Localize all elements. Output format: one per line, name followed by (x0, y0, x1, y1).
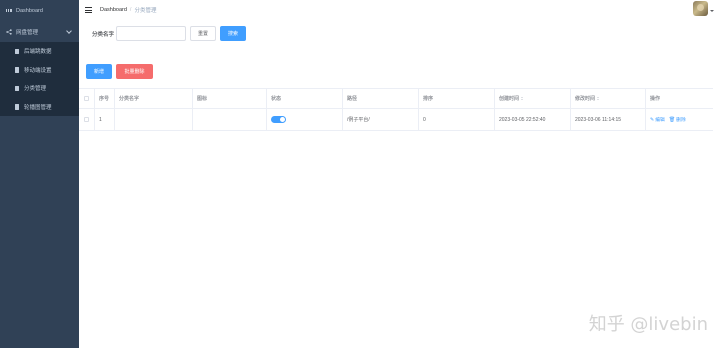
column-header-updated[interactable]: 修改时间 (571, 89, 646, 108)
column-header: 分类名字 (115, 89, 193, 108)
table-row: 1 /例子平台/ 0 2023-03-05 22:52:40 2023-03-0… (79, 109, 713, 131)
sort-icon[interactable] (521, 97, 524, 100)
chevron-down-icon (66, 28, 72, 34)
caret-down-icon[interactable] (710, 10, 714, 12)
top-navbar: Dashboard / 分类管理 (79, 0, 720, 20)
sort-icon[interactable] (597, 97, 600, 100)
share-icon (6, 28, 12, 35)
category-name-input[interactable] (116, 26, 186, 41)
sidebar-item-label: 轮播图管理 (24, 104, 52, 111)
sidebar-item-dashboard[interactable]: Dashboard (0, 0, 79, 21)
table-body: 1 /例子平台/ 0 2023-03-05 22:52:40 2023-03-0… (79, 109, 713, 131)
hamburger-icon[interactable] (85, 7, 92, 13)
breadcrumb-home[interactable]: Dashboard (100, 7, 127, 13)
edit-icon: ✎ (650, 116, 655, 123)
breadcrumb-current: 分类管理 (134, 8, 157, 14)
category-table: 序号 分类名字 图标 状态 路径 排序 创建时间 修改时间 操作 1 /例子平台… (79, 88, 713, 131)
table-header: 序号 分类名字 图标 状态 路径 排序 创建时间 修改时间 操作 (79, 89, 713, 109)
edit-label: 编辑 (655, 118, 665, 123)
status-toggle[interactable] (271, 116, 286, 123)
sidebar-item-label: 移动端设置 (24, 67, 52, 74)
dashboard-icon (6, 8, 12, 14)
cell-name (115, 109, 193, 130)
breadcrumb-separator: / (129, 7, 132, 13)
sidebar-item-carousel[interactable]: 轮播图管理 (0, 98, 79, 117)
column-header-label: 修改时间 (575, 96, 596, 102)
select-all-checkbox[interactable] (84, 96, 89, 101)
document-icon (14, 48, 20, 54)
cell-updated: 2023-03-06 11:14:15 (571, 109, 646, 130)
sidebar-item-label: 后端跳数据 (24, 49, 52, 56)
column-header-label: 创建时间 (499, 96, 520, 102)
sidebar-item-label: 分类管理 (24, 86, 47, 93)
sidebar-item-backend-data[interactable]: 后端跳数据 (0, 42, 79, 61)
sidebar: Dashboard 网盘管理 后端跳数据 移动端设置 分类管理 轮播图管理 (0, 0, 79, 348)
cell-icon (193, 109, 267, 130)
sidebar-item-category[interactable]: 分类管理 (0, 79, 79, 98)
column-header-created[interactable]: 创建时间 (495, 89, 571, 108)
sidebar-group-label: 网盘管理 (16, 29, 39, 36)
search-label: 分类名字 (92, 31, 115, 38)
cell-path: /例子平台/ (343, 109, 419, 130)
column-header: 序号 (95, 89, 115, 108)
column-header: 状态 (267, 89, 343, 108)
column-header: 图标 (193, 89, 267, 108)
action-bar: 新增 批量删除 (86, 64, 153, 79)
column-header: 排序 (419, 89, 495, 108)
cell-sort: 0 (419, 109, 495, 130)
row-checkbox[interactable] (84, 117, 89, 122)
select-all-cell (79, 89, 95, 108)
cell-status (267, 109, 343, 130)
avatar[interactable] (693, 1, 708, 16)
batch-delete-button[interactable]: 批量删除 (116, 64, 153, 79)
cell-index: 1 (95, 109, 115, 130)
delete-label: 删除 (676, 118, 686, 123)
column-header: 路径 (343, 89, 419, 108)
row-select-cell (79, 109, 95, 130)
cell-actions: ✎ 编辑 🗑 删除 (646, 109, 713, 130)
sidebar-submenu: 后端跳数据 移动端设置 分类管理 轮播图管理 (0, 42, 79, 116)
document-icon (14, 67, 20, 73)
watermark: 知乎 @livebin (588, 314, 708, 335)
delete-link[interactable]: 🗑 删除 (668, 116, 686, 124)
sidebar-item-label: Dashboard (16, 7, 43, 14)
search-button[interactable]: 搜索 (220, 26, 246, 41)
column-header: 操作 (650, 96, 661, 102)
search-form: 分类名字 重置 搜索 (92, 26, 246, 41)
document-icon (14, 104, 20, 110)
breadcrumb: Dashboard / 分类管理 (100, 6, 156, 14)
sidebar-group-netdisk[interactable]: 网盘管理 (0, 21, 79, 42)
reset-button[interactable]: 重置 (190, 26, 216, 41)
document-icon (14, 85, 20, 91)
add-button[interactable]: 新增 (86, 64, 112, 79)
edit-link[interactable]: ✎ 编辑 (650, 116, 665, 124)
trash-icon: 🗑 (668, 116, 676, 123)
sidebar-item-mobile-settings[interactable]: 移动端设置 (0, 61, 79, 80)
cell-created: 2023-03-05 22:52:40 (495, 109, 571, 130)
